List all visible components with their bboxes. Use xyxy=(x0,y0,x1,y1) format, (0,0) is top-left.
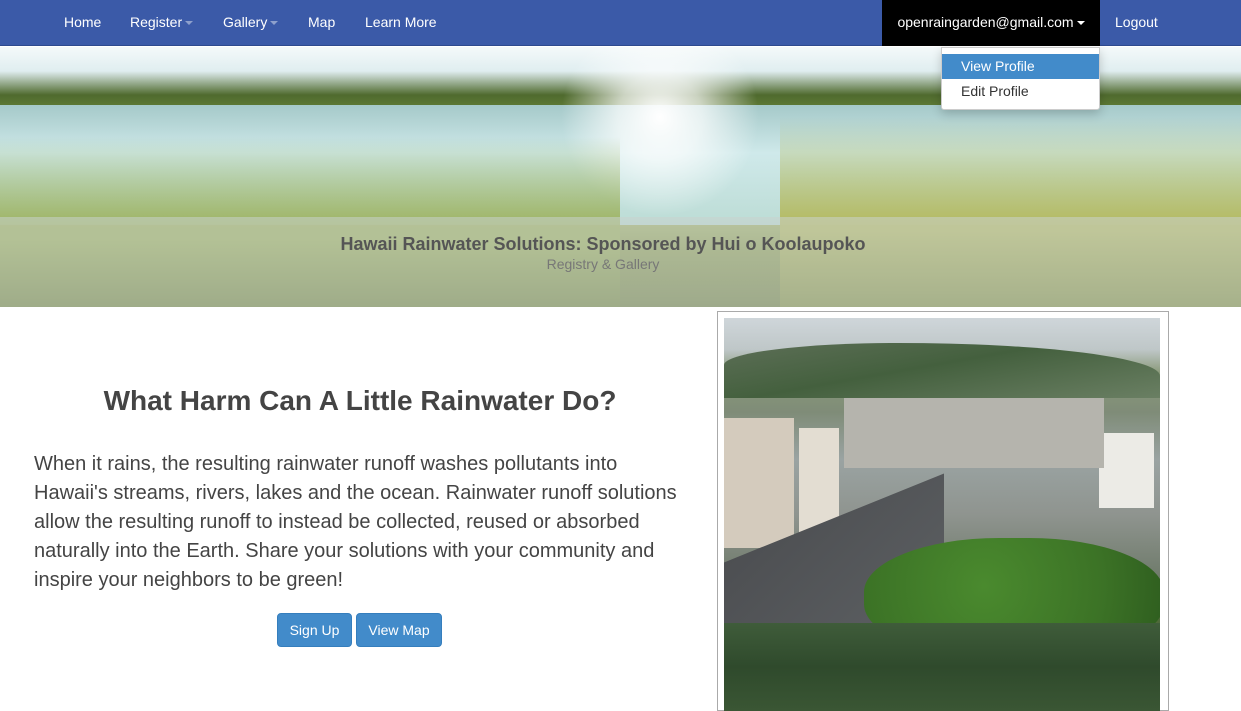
user-account-dropdown[interactable]: openraingarden@gmail.com xyxy=(882,0,1100,46)
user-email-label: openraingarden@gmail.com xyxy=(897,14,1074,30)
chevron-down-icon xyxy=(1076,21,1085,26)
photo-building xyxy=(724,418,794,548)
hero-title: Hawaii Rainwater Solutions: Sponsored by… xyxy=(340,234,866,254)
chevron-down-icon xyxy=(185,21,194,26)
photo-canal-water xyxy=(724,623,1160,711)
nav-logout-link[interactable]: Logout xyxy=(1115,0,1158,46)
nav-gallery-label: Gallery xyxy=(223,14,268,30)
page-heading: What Harm Can A Little Rainwater Do? xyxy=(103,385,617,416)
city-photo-frame xyxy=(717,311,1169,711)
photo-building xyxy=(1099,433,1154,508)
view-map-button[interactable]: View Map xyxy=(356,613,442,647)
nav-home-link[interactable]: Home xyxy=(64,0,101,46)
sign-up-button[interactable]: Sign Up xyxy=(277,613,352,647)
nav-home-label: Home xyxy=(64,14,102,30)
nav-learn-more-label: Learn More xyxy=(365,14,437,30)
nav-gallery-dropdown[interactable]: Gallery xyxy=(223,0,279,46)
nav-register-dropdown[interactable]: Register xyxy=(130,0,194,46)
top-navbar: Home Register Gallery Map Learn More ope… xyxy=(0,0,1241,46)
photo-buildings-distant xyxy=(844,398,1104,468)
nav-map-link[interactable]: Map xyxy=(308,0,335,46)
city-aerial-photo xyxy=(724,318,1160,711)
photo-mountains xyxy=(724,343,1160,398)
intro-paragraph: When it rains, the resulting rainwater r… xyxy=(34,453,677,591)
edit-profile-menu-item[interactable]: Edit Profile xyxy=(942,79,1099,104)
hero-subtitle: Registry & Gallery xyxy=(546,256,660,272)
view-profile-menu-item[interactable]: View Profile xyxy=(942,54,1099,79)
nav-learn-more-link[interactable]: Learn More xyxy=(365,0,437,46)
user-dropdown-menu: View Profile Edit Profile xyxy=(941,47,1100,110)
nav-register-label: Register xyxy=(130,14,183,30)
nav-logout-label: Logout xyxy=(1115,14,1158,30)
nav-map-label: Map xyxy=(308,14,336,30)
chevron-down-icon xyxy=(270,21,279,26)
